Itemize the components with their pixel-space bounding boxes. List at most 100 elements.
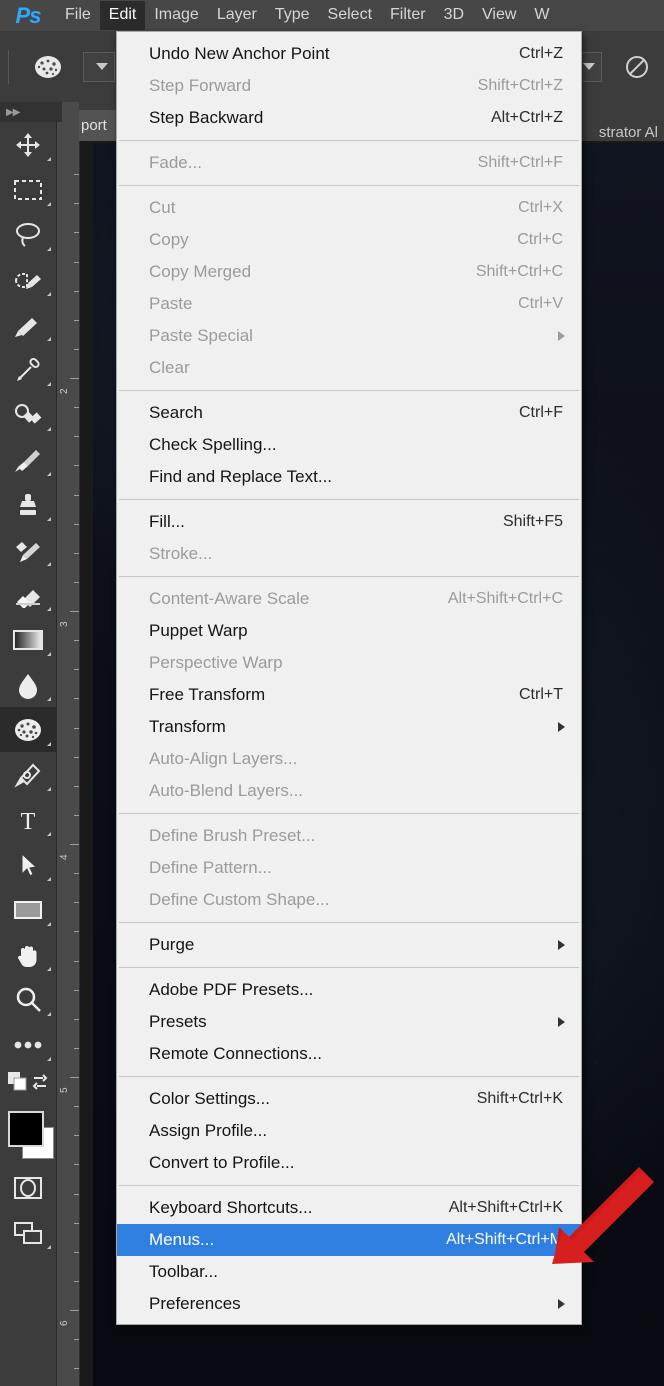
- photoshop-window: Ps File Edit Image Layer Type Select Filter 3D V…: [0, 0, 664, 1386]
- ruler-major-tick: [70, 611, 79, 612]
- menu-item-label: Step Backward: [149, 108, 264, 127]
- submenu-arrow-icon: [558, 1017, 565, 1027]
- menu-bar-item-type[interactable]: Type: [266, 1, 319, 30]
- menu-item-purge[interactable]: Purge: [117, 929, 581, 961]
- ruler-number: 5: [59, 1087, 70, 1093]
- edit-dropdown-menu[interactable]: Undo New Anchor Point Ctrl+Z Step Forward S…: [116, 31, 582, 1325]
- tool-group-indicator: [47, 877, 51, 881]
- ruler-minor-tick: [74, 581, 79, 583]
- tool-gradient[interactable]: [0, 617, 56, 662]
- menu-item-convert-to-profile[interactable]: Convert to Profile...: [117, 1147, 581, 1179]
- menu-item-puppet-warp[interactable]: Puppet Warp: [117, 615, 581, 647]
- tool-history-brush[interactable]: [0, 527, 56, 572]
- menu-item-assign-profile[interactable]: Assign Profile...: [117, 1115, 581, 1147]
- menu-item-free-transform[interactable]: Free Transform Ctrl+T: [117, 679, 581, 711]
- ruler-minor-tick: [74, 203, 79, 205]
- ruler-number: 4: [59, 854, 70, 860]
- tool-spot-healing-brush[interactable]: [0, 392, 56, 437]
- tool-blur[interactable]: [0, 662, 56, 707]
- menu-item-label: Fade...: [149, 153, 202, 172]
- menu-item-shortcut: Ctrl+V: [518, 295, 563, 312]
- no-symbol-icon[interactable]: [624, 54, 650, 80]
- menu-bar-item-w[interactable]: W: [525, 1, 558, 30]
- vertical-ruler[interactable]: 2 3 4 5 6: [57, 141, 80, 1386]
- menu-item-preferences[interactable]: Preferences: [117, 1288, 581, 1320]
- menu-item-adobe-pdf-presets[interactable]: Adobe PDF Presets...: [117, 974, 581, 1006]
- menu-bar-item-view[interactable]: View: [473, 1, 525, 30]
- menu-item-undo-new-anchor-point[interactable]: Undo New Anchor Point Ctrl+Z: [117, 38, 581, 70]
- svg-text:T: T: [21, 809, 36, 833]
- menu-item-step-backward[interactable]: Step Backward Alt+Ctrl+Z: [117, 102, 581, 134]
- menu-separator: [119, 185, 579, 186]
- submenu-arrow-icon: [558, 1299, 565, 1309]
- menu-bar-item-select[interactable]: Select: [319, 1, 381, 30]
- menu-item-menus[interactable]: Menus... Alt+Shift+Ctrl+M: [117, 1224, 581, 1256]
- menu-item-transform[interactable]: Transform: [117, 711, 581, 743]
- foreground-color-swatch[interactable]: [8, 1111, 44, 1147]
- tool-rectangle-shape[interactable]: [0, 887, 56, 932]
- tool-zoom[interactable]: [0, 977, 56, 1022]
- menu-item-search[interactable]: Search Ctrl+F: [117, 397, 581, 429]
- menu-bar-item-layer[interactable]: Layer: [208, 1, 266, 30]
- ruler-number: 2: [59, 388, 70, 394]
- submenu-arrow-icon: [558, 722, 565, 732]
- tool-path-selection[interactable]: [0, 842, 56, 887]
- ruler-minor-tick: [74, 756, 79, 758]
- swap-foreground-background-icon[interactable]: [31, 1073, 49, 1096]
- menu-item-copy: Copy Ctrl+C: [117, 224, 581, 256]
- menu-separator: [119, 1076, 579, 1077]
- tool-type[interactable]: T: [0, 797, 56, 842]
- tool-brush[interactable]: [0, 437, 56, 482]
- menu-bar-item-filter[interactable]: Filter: [381, 1, 435, 30]
- menu-bar-item-file[interactable]: File: [56, 1, 100, 30]
- menu-item-color-settings[interactable]: Color Settings... Shift+Ctrl+K: [117, 1083, 581, 1115]
- ruler-minor-tick: [74, 902, 79, 904]
- collapse-panel-icon[interactable]: ▶▶: [0, 102, 62, 122]
- tool-lasso[interactable]: [0, 212, 56, 257]
- chevron-down-icon: [96, 63, 108, 70]
- menu-item-toolbar[interactable]: Toolbar...: [117, 1256, 581, 1288]
- tool-pen[interactable]: [0, 752, 56, 797]
- tool-quick-selection[interactable]: [0, 257, 56, 302]
- tools-panel: ▶▶ T: [0, 102, 62, 1386]
- screen-mode-icon[interactable]: [0, 1210, 56, 1255]
- menu-item-fill[interactable]: Fill... Shift+F5: [117, 506, 581, 538]
- tool-sponge[interactable]: [0, 707, 56, 752]
- sponge-icon[interactable]: [27, 46, 69, 88]
- menu-item-label: Convert to Profile...: [149, 1153, 295, 1172]
- menu-item-label: Auto-Blend Layers...: [149, 781, 304, 800]
- tool-clone-stamp[interactable]: [0, 482, 56, 527]
- menu-item-define-custom-shape: Define Custom Shape...: [117, 884, 581, 916]
- tool-eraser[interactable]: [0, 572, 56, 617]
- quick-mask-mode-icon[interactable]: [0, 1165, 56, 1210]
- tool-hand[interactable]: [0, 932, 56, 977]
- tool-move[interactable]: [0, 122, 56, 167]
- menu-bar-item-edit[interactable]: Edit: [99, 1, 146, 30]
- menu-separator: [119, 576, 579, 577]
- menu-item-remote-connections[interactable]: Remote Connections...: [117, 1038, 581, 1070]
- color-swatches[interactable]: [0, 1103, 56, 1165]
- tool-group-indicator: [47, 517, 51, 521]
- menu-separator: [119, 813, 579, 814]
- menu-bar-item-3d[interactable]: 3D: [435, 1, 473, 30]
- menu-item-keyboard-shortcuts[interactable]: Keyboard Shortcuts... Alt+Shift+Ctrl+K: [117, 1192, 581, 1224]
- menu-bar-item-image[interactable]: Image: [145, 1, 207, 30]
- ruler-minor-tick: [74, 1135, 79, 1137]
- tool-group-indicator: [47, 157, 51, 161]
- menu-item-shortcut: Shift+Ctrl+Z: [477, 77, 563, 94]
- tool-preset-picker[interactable]: [83, 51, 115, 82]
- menu-item-define-pattern: Define Pattern...: [117, 852, 581, 884]
- tool-rectangular-marquee[interactable]: [0, 167, 56, 212]
- menu-item-presets[interactable]: Presets: [117, 1006, 581, 1038]
- tool-group-indicator: [47, 697, 51, 701]
- tool-crop[interactable]: [0, 302, 56, 347]
- menu-item-shortcut: Alt+Shift+Ctrl+M: [446, 1231, 563, 1248]
- menu-item-find-and-replace-text[interactable]: Find and Replace Text...: [117, 461, 581, 493]
- default-foreground-background-icon[interactable]: [7, 1071, 28, 1097]
- edit-toolbar-ellipsis-icon[interactable]: [0, 1022, 56, 1067]
- menu-item-check-spelling[interactable]: Check Spelling...: [117, 429, 581, 461]
- menu-item-shortcut: Shift+Ctrl+C: [475, 263, 563, 280]
- ruler-major-tick: [70, 1310, 79, 1311]
- tool-group-indicator: [47, 337, 51, 341]
- tool-eyedropper[interactable]: [0, 347, 56, 392]
